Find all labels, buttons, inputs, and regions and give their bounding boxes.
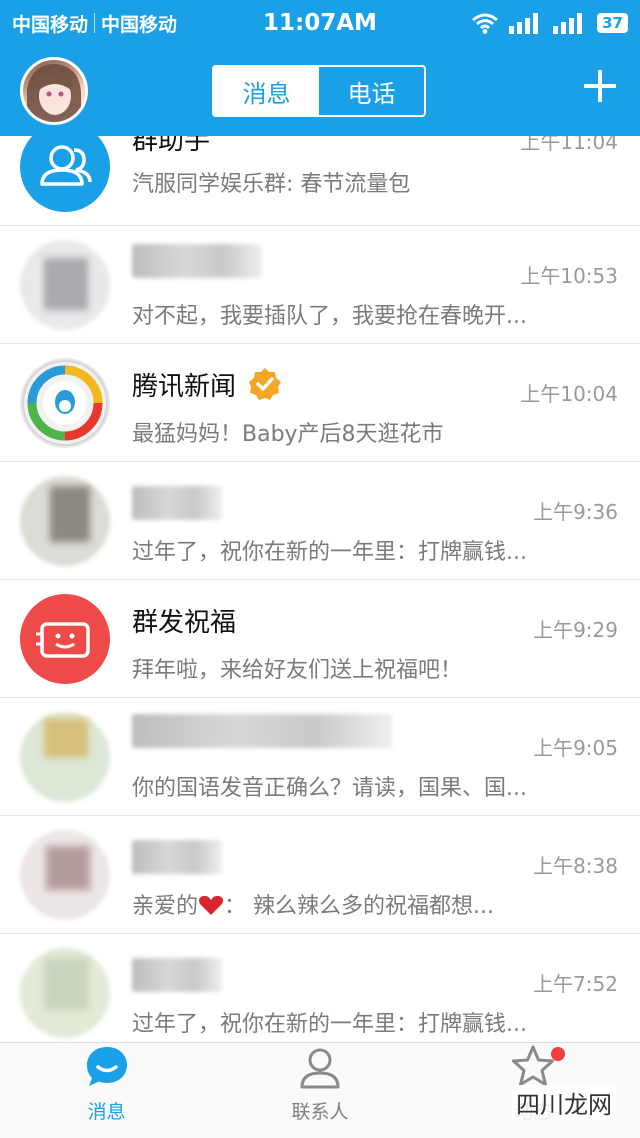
conversation-time: 上午9:29 <box>533 618 618 642</box>
tab-calls[interactable]: 电话 <box>319 67 424 115</box>
contact-name-blurred <box>132 244 262 278</box>
conversation-time: 上午8:38 <box>533 854 618 878</box>
chat-bubble-icon <box>86 1047 127 1086</box>
user-avatar[interactable] <box>20 57 88 125</box>
heart-icon <box>199 895 224 915</box>
contact-name-blurred <box>132 840 222 874</box>
conversation-row[interactable]: 上午8:38 亲爱的 ： 辣么辣么多的祝福都想... <box>0 816 640 934</box>
contact-avatar-blurred <box>20 830 110 920</box>
contact-name-blurred <box>132 486 222 520</box>
battery-level: 37 <box>597 13 628 33</box>
tab-messages-bottom[interactable]: 消息 <box>0 1043 213 1138</box>
conversation-preview: 你的国语发音正确么？请读，国果、国... <box>132 776 527 801</box>
conversation-row[interactable]: 上午10:53 对不起，我要插队了，我要抢在春晚开... <box>0 226 640 344</box>
status-icons: 37 <box>471 12 628 34</box>
conversation-preview: 拜年啦，来给好友们送上祝福吧！ <box>132 658 463 683</box>
conversation-row-group-wishes[interactable]: 群发祝福 上午9:29 拜年啦，来给好友们送上祝福吧！ <box>0 580 640 698</box>
add-icon[interactable] <box>582 68 618 104</box>
conversation-preview: 对不起，我要插队了，我要抢在春晚开... <box>132 304 527 329</box>
contact-avatar-blurred <box>20 240 110 330</box>
signal-icon <box>509 13 539 34</box>
tab-contacts[interactable]: 联系人 <box>213 1043 426 1138</box>
tencent-news-logo-icon <box>22 360 108 446</box>
group-people-icon <box>40 145 92 186</box>
carrier-separator <box>94 13 96 33</box>
contact-name-blurred <box>132 714 392 748</box>
contact-avatar-blurred <box>20 476 110 566</box>
star-icon <box>512 1045 555 1086</box>
contact-avatar-blurred <box>20 948 110 1038</box>
conversation-name: 群发祝福 <box>132 608 237 638</box>
conversation-preview: 过年了，祝你在新的一年里：打牌赢钱... <box>132 540 527 565</box>
bottom-tab-bar: 消息 联系人 动态 四川龙网 <box>0 1042 640 1138</box>
carrier-2: 中国移动 <box>101 13 178 36</box>
tencent-news-avatar <box>20 358 110 448</box>
tab-contacts-label: 联系人 <box>291 1101 349 1123</box>
conversation-row[interactable]: 上午7:52 过年了，祝你在新的一年里：打牌赢钱... <box>0 934 640 1042</box>
group-assistant-avatar <box>20 136 110 212</box>
conversation-time: 上午7:52 <box>533 972 618 996</box>
conversation-row[interactable]: 上午9:36 过年了，祝你在新的一年里：打牌赢钱... <box>0 462 640 580</box>
preview-prefix: 亲爱的 <box>132 894 199 919</box>
conversation-preview: 最猛妈妈！Baby产后8天逛花市 <box>132 422 444 447</box>
carrier-info: 中国移动 中国移动 <box>12 10 177 37</box>
conversation-time: 上午9:05 <box>533 736 618 760</box>
group-wishes-avatar <box>20 594 110 684</box>
conversation-time: 上午10:04 <box>520 382 618 406</box>
app-header: 消息 电话 <box>0 46 640 136</box>
conversation-row[interactable]: 上午9:05 你的国语发音正确么？请读，国果、国... <box>0 698 640 816</box>
conversation-name-text: 腾讯新闻 <box>132 372 237 402</box>
conversation-row-group-assistant[interactable]: 群助手 上午11:04 汽服同学娱乐群: 春节流量包 <box>0 136 640 226</box>
carrier-1: 中国移动 <box>12 13 89 36</box>
contact-name-blurred <box>132 958 222 992</box>
tab-messages[interactable]: 消息 <box>214 67 319 115</box>
preview-suffix: ： 辣么辣么多的祝福都想... <box>224 894 494 919</box>
conversation-preview: 过年了，祝你在新的一年里：打牌赢钱... <box>132 1012 527 1037</box>
conversation-name: 群助手 <box>132 136 211 156</box>
conversation-preview: 汽服同学娱乐群: 春节流量包 <box>132 172 411 197</box>
conversation-time: 上午10:53 <box>520 264 618 288</box>
avatar-image <box>27 64 81 122</box>
verified-badge-icon <box>249 368 282 400</box>
conversation-list: 群助手 上午11:04 汽服同学娱乐群: 春节流量包 上午10:53 对不起，我… <box>0 136 640 1042</box>
conversation-preview: 亲爱的 ： 辣么辣么多的祝福都想... <box>132 888 592 920</box>
watermark-text: 四川龙网 <box>512 1085 616 1120</box>
tab-messages-label: 消息 <box>87 1101 126 1123</box>
conversation-row-tencent-news[interactable]: 腾讯新闻 上午10:04 最猛妈妈！Baby产后8天逛花市 <box>0 344 640 462</box>
notification-dot <box>550 1047 565 1061</box>
conversation-time: 上午9:36 <box>533 500 618 524</box>
conversation-name: 腾讯新闻 <box>132 366 282 403</box>
conversation-time: 上午11:04 <box>520 136 618 154</box>
status-bar: 中国移动 中国移动 11:07AM 37 <box>0 0 640 46</box>
greeting-card-icon <box>36 622 90 658</box>
wifi-icon <box>472 13 499 34</box>
person-icon <box>300 1048 340 1089</box>
contact-avatar-blurred <box>20 712 110 802</box>
signal-2-icon <box>553 13 583 34</box>
messages-calls-switch: 消息 电话 <box>212 65 426 117</box>
